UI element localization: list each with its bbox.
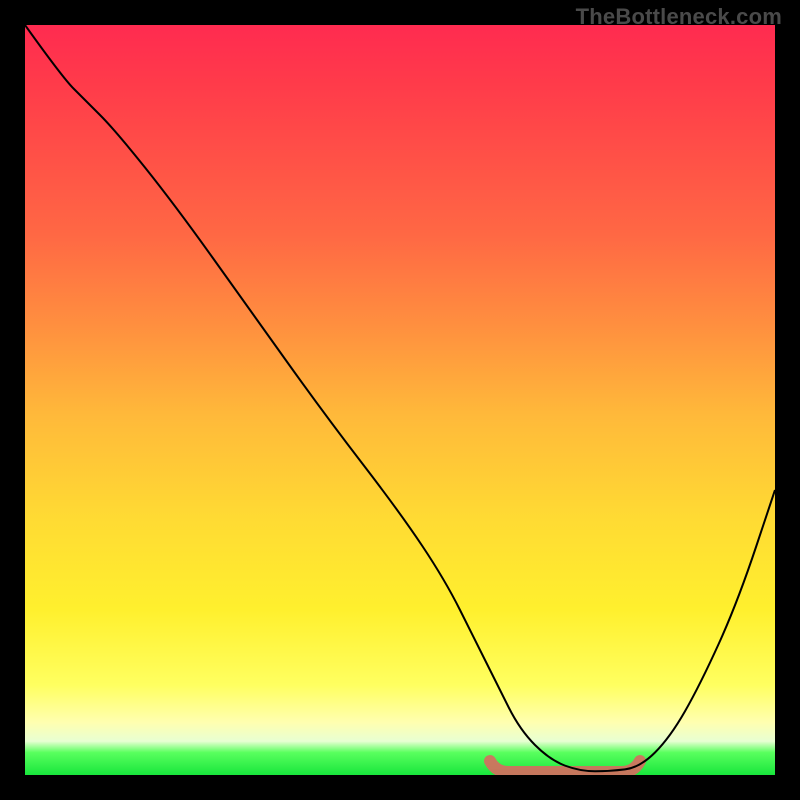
bottleneck-curve [25, 25, 775, 771]
chart-frame: TheBottleneck.com [0, 0, 800, 800]
plot-area [25, 25, 775, 775]
watermark-text: TheBottleneck.com [576, 4, 782, 30]
chart-svg [25, 25, 775, 775]
